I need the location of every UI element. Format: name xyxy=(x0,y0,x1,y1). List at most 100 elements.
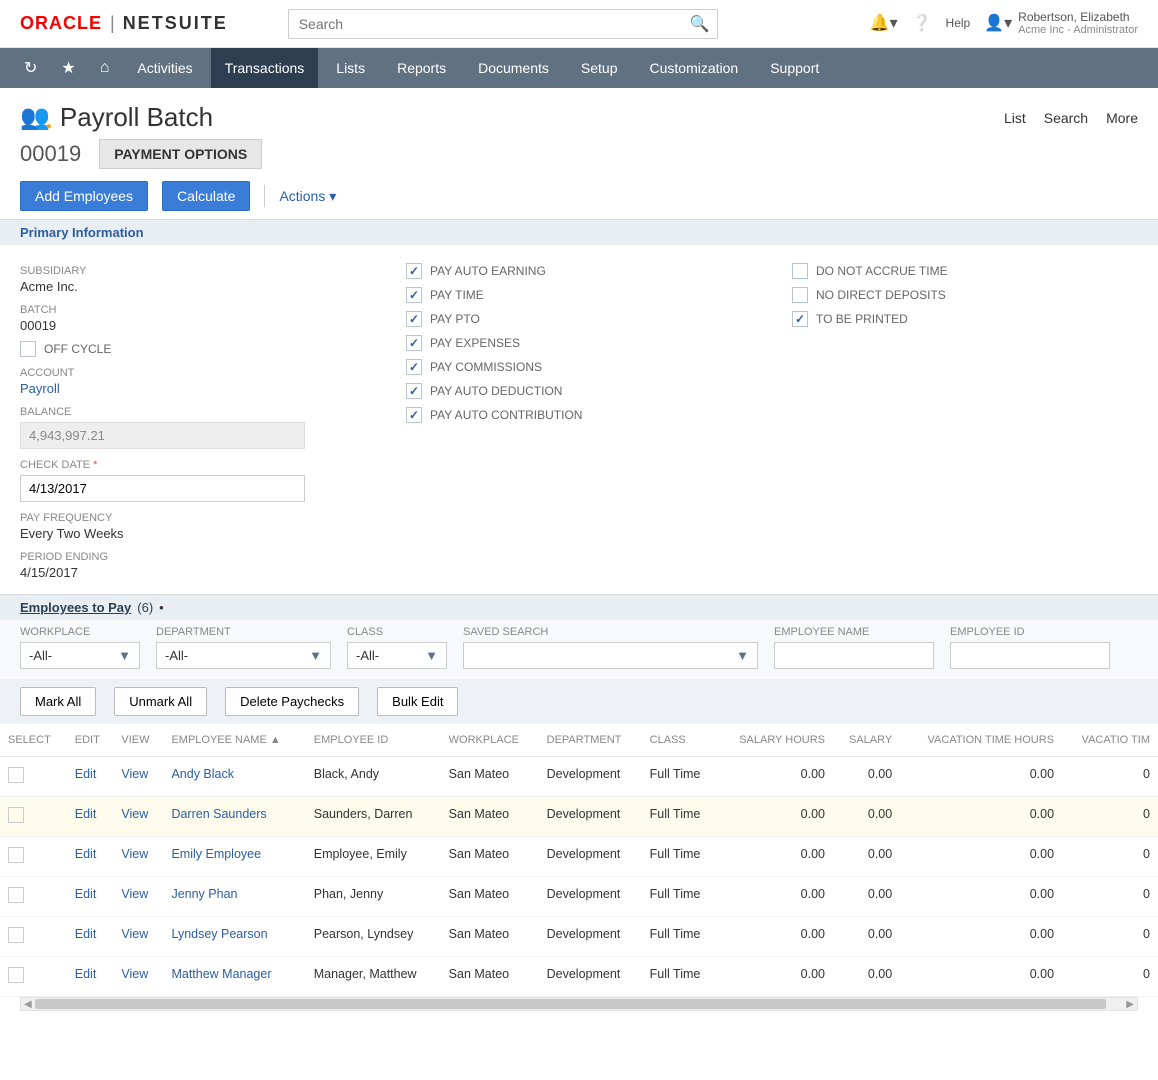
nav-setup[interactable]: Setup xyxy=(567,48,632,88)
col-header[interactable]: SELECT xyxy=(0,724,67,757)
department-filter[interactable]: -All-▼ xyxy=(156,642,331,669)
checkbox-pay-time[interactable] xyxy=(406,287,422,303)
payfreq-label: PAY FREQUENCY xyxy=(20,512,366,524)
checkbox-to-be-printed[interactable] xyxy=(792,311,808,327)
col-header[interactable]: EDIT xyxy=(67,724,114,757)
row-checkbox[interactable] xyxy=(8,847,24,863)
list-link[interactable]: List xyxy=(1004,110,1026,126)
salary: 0.00 xyxy=(833,797,900,837)
horizontal-scrollbar[interactable]: ◀ ▶ xyxy=(20,997,1138,1011)
class-filter[interactable]: -All-▼ xyxy=(347,642,447,669)
checkbox-pay-pto[interactable] xyxy=(406,311,422,327)
savedsearch-filter[interactable]: ▼ xyxy=(463,642,758,669)
help-icon[interactable]: ❔ xyxy=(912,13,932,33)
employees-tab[interactable]: Employees to Pay xyxy=(20,600,131,615)
delete-paychecks-button[interactable]: Delete Paychecks xyxy=(225,687,359,716)
col-header[interactable]: VACATION TIME HOURS xyxy=(900,724,1062,757)
col-header[interactable]: CLASS xyxy=(642,724,718,757)
search-icon[interactable]: 🔍 xyxy=(690,14,710,34)
employee-name-link[interactable]: Emily Employee xyxy=(171,847,261,861)
view-link[interactable]: View xyxy=(121,927,148,941)
navbar: ↻ ★ ⌂ ActivitiesTransactionsListsReports… xyxy=(0,48,1158,88)
search-input[interactable] xyxy=(288,9,718,39)
search-link[interactable]: Search xyxy=(1044,110,1088,126)
checkbox-no-direct-deposits[interactable] xyxy=(792,287,808,303)
vacation-time-hours: 0.00 xyxy=(900,917,1062,957)
empname-filter[interactable] xyxy=(774,642,934,669)
payment-options-button[interactable]: PAYMENT OPTIONS xyxy=(99,139,262,169)
batch-label: BATCH xyxy=(20,304,366,316)
nav-activities[interactable]: Activities xyxy=(123,48,206,88)
nav-lists[interactable]: Lists xyxy=(322,48,379,88)
row-checkbox[interactable] xyxy=(8,767,24,783)
scrollbar-thumb[interactable] xyxy=(35,999,1106,1009)
view-link[interactable]: View xyxy=(121,967,148,981)
checkbox-pay-auto-earning[interactable] xyxy=(406,263,422,279)
checkbox-do-not-accrue-time[interactable] xyxy=(792,263,808,279)
notifications-icon[interactable]: 🔔▾ xyxy=(870,13,898,33)
vacation-time-hours: 0.00 xyxy=(900,837,1062,877)
actions-menu[interactable]: Actions ▾ xyxy=(279,188,336,205)
recent-icon[interactable]: ↻ xyxy=(14,58,47,78)
nav-documents[interactable]: Documents xyxy=(464,48,563,88)
nav-support[interactable]: Support xyxy=(756,48,833,88)
employee-name-link[interactable]: Andy Black xyxy=(171,767,234,781)
unmark-all-button[interactable]: Unmark All xyxy=(114,687,207,716)
topbar: ORACLE | NETSUITE 🔍 🔔▾ ❔ Help 👤▾ Roberts… xyxy=(0,0,1158,48)
scroll-left-icon[interactable]: ◀ xyxy=(21,998,35,1011)
checkdate-input[interactable] xyxy=(20,475,305,502)
view-link[interactable]: View xyxy=(121,847,148,861)
add-employees-button[interactable]: Add Employees xyxy=(20,181,148,211)
employee-name-link[interactable]: Lyndsey Pearson xyxy=(171,927,267,941)
edit-link[interactable]: Edit xyxy=(75,887,97,901)
edit-link[interactable]: Edit xyxy=(75,927,97,941)
checkbox-label: PAY EXPENSES xyxy=(430,336,520,350)
salary-hours: 0.00 xyxy=(717,837,833,877)
workplace-filter[interactable]: -All-▼ xyxy=(20,642,140,669)
col-header[interactable]: SALARY xyxy=(833,724,900,757)
employee-name-link[interactable]: Jenny Phan xyxy=(171,887,237,901)
row-checkbox[interactable] xyxy=(8,887,24,903)
checkbox-pay-auto-deduction[interactable] xyxy=(406,383,422,399)
checkbox-pay-expenses[interactable] xyxy=(406,335,422,351)
col-header[interactable]: WORKPLACE xyxy=(441,724,539,757)
empid-filter[interactable] xyxy=(950,642,1110,669)
col-header[interactable]: EMPLOYEE NAME ▲ xyxy=(163,724,305,757)
checkbox-pay-commissions[interactable] xyxy=(406,359,422,375)
view-link[interactable]: View xyxy=(121,807,148,821)
employee-id: Manager, Matthew xyxy=(306,957,441,997)
nav-reports[interactable]: Reports xyxy=(383,48,460,88)
nav-transactions[interactable]: Transactions xyxy=(211,48,319,88)
account-value[interactable]: Payroll xyxy=(20,381,366,396)
col-header[interactable]: VIEW xyxy=(113,724,163,757)
col-header[interactable]: DEPARTMENT xyxy=(539,724,642,757)
favorite-icon[interactable]: ★ xyxy=(51,58,85,78)
employee-name-link[interactable]: Matthew Manager xyxy=(171,967,271,981)
home-icon[interactable]: ⌂ xyxy=(90,59,120,77)
calculate-button[interactable]: Calculate xyxy=(162,181,250,211)
employee-name-link[interactable]: Darren Saunders xyxy=(171,807,266,821)
view-link[interactable]: View xyxy=(121,767,148,781)
salary: 0.00 xyxy=(833,837,900,877)
view-link[interactable]: View xyxy=(121,887,148,901)
help-label[interactable]: Help xyxy=(946,16,971,30)
edit-link[interactable]: Edit xyxy=(75,807,97,821)
row-checkbox[interactable] xyxy=(8,807,24,823)
edit-link[interactable]: Edit xyxy=(75,967,97,981)
col-header[interactable]: EMPLOYEE ID xyxy=(306,724,441,757)
col-header[interactable]: SALARY HOURS xyxy=(717,724,833,757)
edit-link[interactable]: Edit xyxy=(75,847,97,861)
checkbox-pay-auto-contribution[interactable] xyxy=(406,407,422,423)
edit-link[interactable]: Edit xyxy=(75,767,97,781)
user-menu[interactable]: 👤▾ Robertson, Elizabeth Acme Inc - Admin… xyxy=(984,10,1138,38)
row-checkbox[interactable] xyxy=(8,967,24,983)
nav-customization[interactable]: Customization xyxy=(636,48,753,88)
offcycle-checkbox[interactable] xyxy=(20,341,36,357)
mark-all-button[interactable]: Mark All xyxy=(20,687,96,716)
user-role: Acme Inc - Administrator xyxy=(1018,24,1138,37)
row-checkbox[interactable] xyxy=(8,927,24,943)
scroll-right-icon[interactable]: ▶ xyxy=(1123,998,1137,1011)
bulk-edit-button[interactable]: Bulk Edit xyxy=(377,687,458,716)
col-header[interactable]: VACATIO TIM xyxy=(1062,724,1158,757)
more-link[interactable]: More xyxy=(1106,110,1138,126)
